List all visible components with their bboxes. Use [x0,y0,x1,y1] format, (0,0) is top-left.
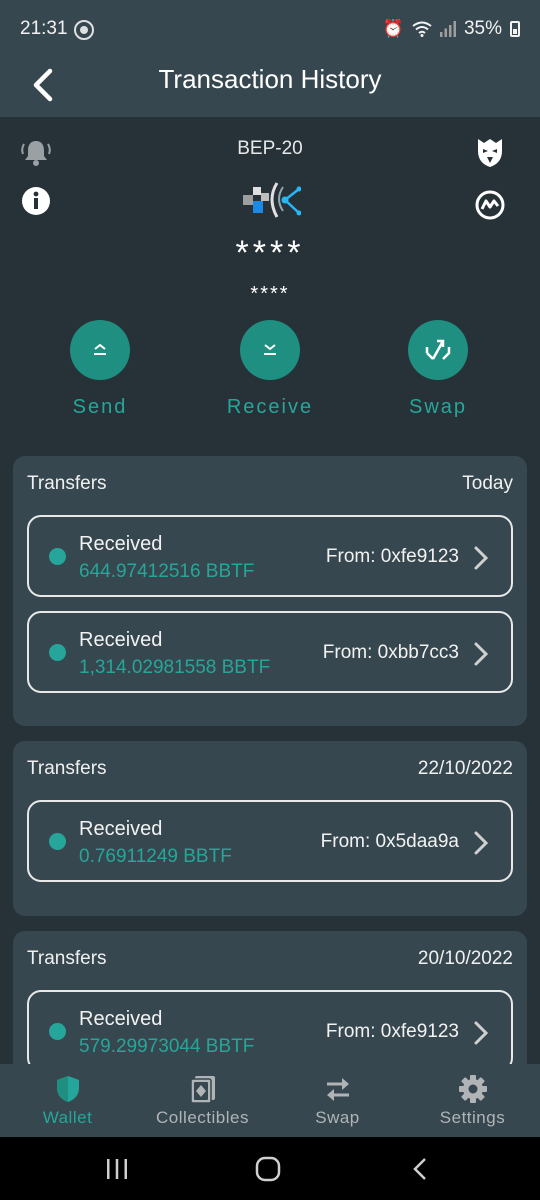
group-title: Transfers [27,758,107,779]
receive-button[interactable]: Receive [210,320,330,419]
transaction-amount: 644.97412516 BBTF [79,561,255,582]
chevron-right-icon [474,642,489,666]
group-date: 20/10/2022 [417,948,513,969]
system-navigation-bar [0,1137,540,1200]
transaction-type: Received [79,818,163,840]
coinmarketcap-icon[interactable] [472,187,508,223]
recent-apps-button[interactable] [97,1151,137,1187]
swap-arrows-icon [326,1078,349,1101]
group-header: Transfers 20/10/2022 [27,948,513,970]
status-dot [49,833,66,850]
nav-settings-label: Settings [439,1108,506,1127]
status-indicators: ⏰ 35% [383,18,520,40]
receive-icon [240,320,300,380]
battery-icon [510,21,520,37]
transaction-type: Received [79,1008,163,1030]
send-icon [70,320,130,380]
transaction-from: From: 0xbb7cc3 [322,642,459,663]
group-header: Transfers Today [27,473,513,495]
info-icon[interactable] [18,183,54,219]
status-time: 21:31 [20,18,68,39]
system-back-icon [413,1158,426,1180]
transfer-group: Transfers Today Received 644.97412516 BB… [13,456,527,726]
transaction-amount: 1,314.02981558 BBTF [79,657,271,678]
transaction-from: From: 0x5daa9a [320,831,459,852]
nav-wallet-label: Wallet [42,1108,93,1127]
transaction-type: Received [79,629,163,651]
token-balance: **** [235,234,305,272]
chevron-right-icon [474,546,489,570]
nav-swap-label: Swap [315,1108,360,1127]
transaction-from: From: 0xfe9123 [325,546,459,567]
group-date: 22/10/2022 [417,758,513,779]
send-button[interactable]: Send [40,320,160,419]
transaction-item[interactable]: Received 0.76911249 BBTF From: 0x5daa9a [27,800,513,882]
nav-settings[interactable]: Settings [405,1064,540,1137]
fiat-balance: **** [250,283,290,305]
status-dot [49,644,66,661]
nav-wallet[interactable]: Wallet [0,1064,135,1137]
nav-collectibles[interactable]: Collectibles [135,1064,270,1137]
chevron-right-icon [474,831,489,855]
network-label: BEP-20 [237,138,303,159]
bottom-navigation: Wallet Collectibles Swap Settings [0,1064,540,1137]
group-date: Today [462,473,513,494]
home-button[interactable] [248,1151,288,1187]
transaction-amount: 579.29973044 BBTF [79,1036,255,1057]
transaction-list[interactable]: Transfers Today Received 644.97412516 BB… [0,447,540,1064]
system-back-button[interactable] [400,1151,440,1187]
nav-swap[interactable]: Swap [270,1064,405,1137]
home-icon [255,1156,281,1182]
transaction-type: Received [79,533,163,555]
hotspot-icon [74,20,94,40]
status-bar: 21:31 ⏰ 35% [0,0,540,60]
gear-icon [458,1075,487,1103]
swap-icon [408,320,468,380]
transaction-amount: 0.76911249 BBTF [79,846,232,867]
status-dot [49,548,66,565]
shield-icon [56,1076,79,1102]
signal-icon [439,21,456,37]
group-title: Transfers [27,948,107,969]
transfer-group: Transfers 20/10/2022 Received 579.299730… [13,931,527,1064]
status-dot [49,1023,66,1040]
token-logo-icon [243,182,301,218]
transaction-item[interactable]: Received 644.97412516 BBTF From: 0xfe912… [27,515,513,597]
transaction-from: From: 0xfe9123 [325,1021,459,1042]
recent-apps-icon [107,1159,127,1179]
alarm-icon: ⏰ [382,19,404,38]
swap-button[interactable]: Swap [378,320,498,419]
wifi-icon [412,21,432,37]
battery-percent: 35% [463,18,502,39]
app-bar: Transaction History [0,60,540,117]
transaction-item[interactable]: Received 579.29973044 BBTF From: 0xfe912… [27,990,513,1064]
collectibles-icon [189,1076,215,1104]
group-header: Transfers 22/10/2022 [27,758,513,780]
chevron-right-icon [474,1021,489,1045]
send-label: Send [72,396,128,418]
nav-collectibles-label: Collectibles [156,1108,249,1127]
token-header: BEP-20 **** **** Send Receive Swap [0,117,540,447]
page-title: Transaction History [158,64,382,94]
receive-label: Receive [226,396,314,418]
group-title: Transfers [27,473,107,494]
swap-label: Swap [408,396,468,418]
transaction-item[interactable]: Received 1,314.02981558 BBTF From: 0xbb7… [27,611,513,693]
transfer-group: Transfers 22/10/2022 Received 0.76911249… [13,741,527,916]
